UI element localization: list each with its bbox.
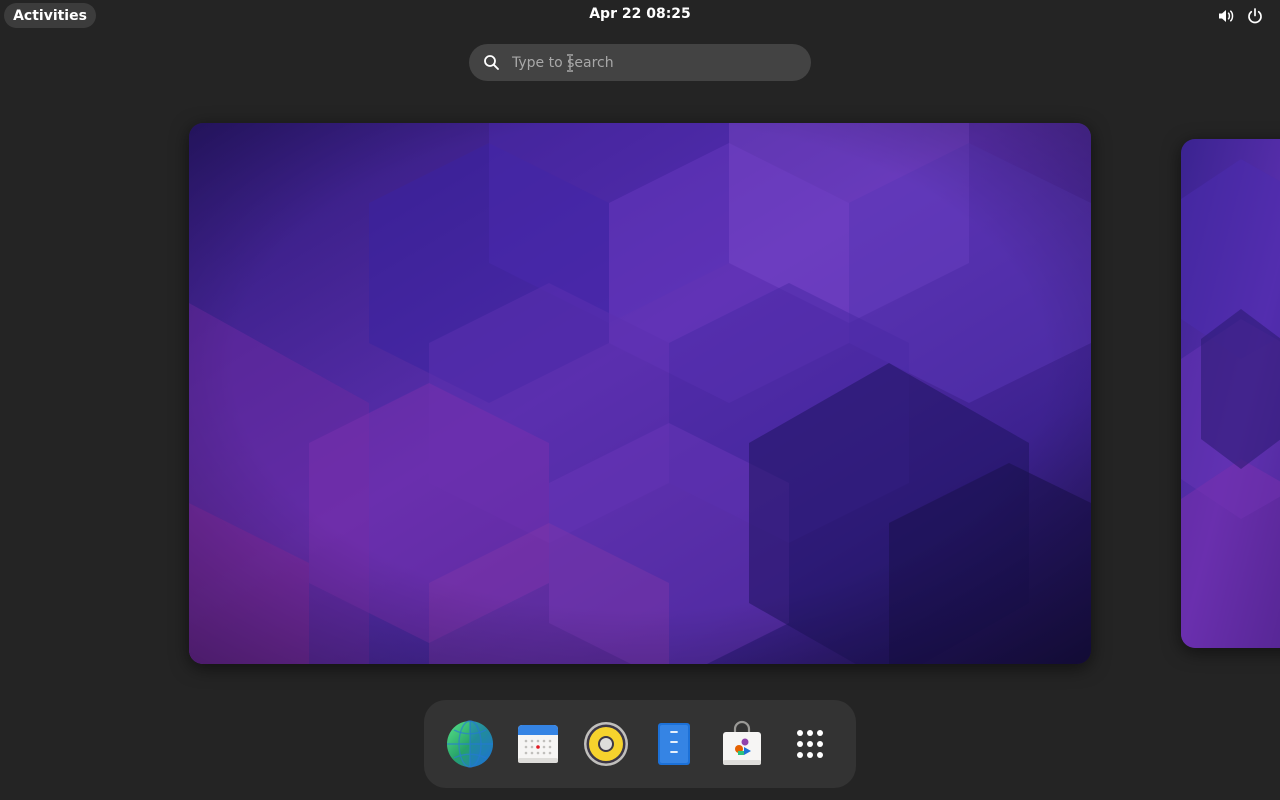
calendar-icon — [518, 725, 558, 763]
globe-icon — [447, 720, 493, 768]
overview-screen: Activities Apr 22 08:25 — [0, 0, 1280, 800]
dock-item-web-browser[interactable] — [446, 720, 494, 768]
search-input[interactable] — [512, 44, 792, 81]
workspace-thumbnail-next[interactable] — [1181, 139, 1280, 648]
text-cursor-icon — [567, 54, 573, 72]
search-entry[interactable] — [469, 44, 811, 81]
power-icon[interactable] — [1246, 7, 1264, 25]
document-icon — [658, 723, 690, 765]
dock-item-show-apps[interactable] — [786, 720, 834, 768]
wallpaper — [189, 123, 1091, 664]
shopping-bag-icon — [723, 720, 761, 765]
dock-item-calendar[interactable] — [514, 720, 562, 768]
dock-item-software[interactable] — [718, 720, 766, 768]
top-bar: Activities Apr 22 08:25 — [0, 0, 1280, 32]
workspace-thumbnail-active[interactable] — [189, 123, 1091, 664]
dock-item-text-editor[interactable] — [650, 720, 698, 768]
speaker-icon — [584, 722, 628, 766]
activities-button[interactable]: Activities — [4, 3, 96, 28]
dash-dock — [424, 700, 856, 788]
app-grid-icon — [797, 730, 823, 758]
wallpaper — [1181, 139, 1280, 648]
volume-high-icon[interactable] — [1217, 7, 1235, 25]
dock-item-rhythmbox[interactable] — [582, 720, 630, 768]
date-time-clock[interactable]: Apr 22 08:25 — [540, 6, 740, 26]
search-icon — [483, 54, 500, 71]
